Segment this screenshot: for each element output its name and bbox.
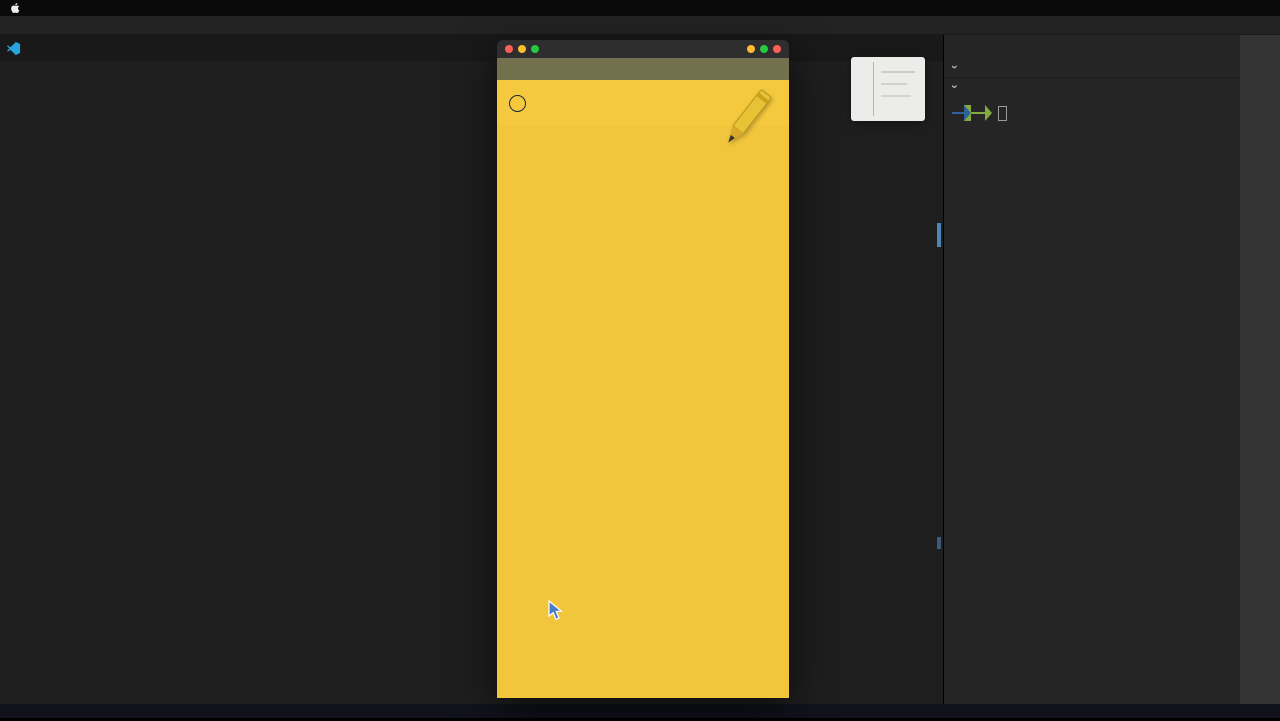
chevron-down-icon: › xyxy=(948,65,962,69)
dot-red[interactable] xyxy=(773,45,781,53)
window-controls-right[interactable] xyxy=(747,45,781,53)
mouse-cursor xyxy=(548,600,563,621)
dot-green[interactable] xyxy=(760,45,768,53)
close-button[interactable] xyxy=(505,45,513,53)
project-root-row[interactable]: › xyxy=(944,57,1240,77)
terminal-prompt[interactable] xyxy=(952,105,1232,121)
zoom-button[interactable] xyxy=(531,45,539,53)
window-controls-left[interactable] xyxy=(505,45,539,53)
chevron-down-icon: › xyxy=(948,84,962,89)
scrcpy-window[interactable] xyxy=(497,40,789,698)
vscode-titlebar[interactable] xyxy=(0,16,1280,35)
popup-sketch-line xyxy=(881,95,911,97)
vscode-logo-icon[interactable] xyxy=(0,35,26,61)
macos-menubar xyxy=(0,0,1280,16)
tab-bar xyxy=(0,35,943,61)
terminal-section-header[interactable]: › xyxy=(944,77,1240,95)
prompt-git-segment xyxy=(971,112,985,114)
explorer-header xyxy=(944,35,1240,57)
notes-grid xyxy=(497,126,789,698)
editor-column xyxy=(0,35,943,704)
code-editor[interactable] xyxy=(0,79,943,704)
activity-bar xyxy=(1240,35,1280,704)
terminal-cursor xyxy=(998,105,1007,121)
terminal-panel[interactable] xyxy=(944,95,1240,125)
overview-ruler-mark xyxy=(937,223,941,247)
prompt-path xyxy=(952,112,964,114)
scrcpy-titlebar[interactable] xyxy=(497,40,789,58)
popup-sketch-line xyxy=(881,83,907,85)
powerline-arrow-icon xyxy=(985,105,992,121)
popup-divider xyxy=(873,62,874,116)
apple-menu-icon[interactable] xyxy=(10,2,21,14)
explorer-sidebar: › › xyxy=(943,35,1240,704)
floating-popup xyxy=(851,57,925,121)
android-status-bar xyxy=(497,58,789,80)
info-icon[interactable] xyxy=(509,94,526,112)
todo-app-bar xyxy=(497,80,789,126)
powerline-arrow-icon xyxy=(964,105,971,121)
overview-ruler-mark xyxy=(937,537,941,549)
minimize-button[interactable] xyxy=(518,45,526,53)
android-screen[interactable] xyxy=(497,58,789,698)
status-bar xyxy=(0,704,1280,718)
popup-sketch-line xyxy=(881,71,915,73)
dot-yellow[interactable] xyxy=(747,45,755,53)
breadcrumb[interactable] xyxy=(0,61,943,79)
